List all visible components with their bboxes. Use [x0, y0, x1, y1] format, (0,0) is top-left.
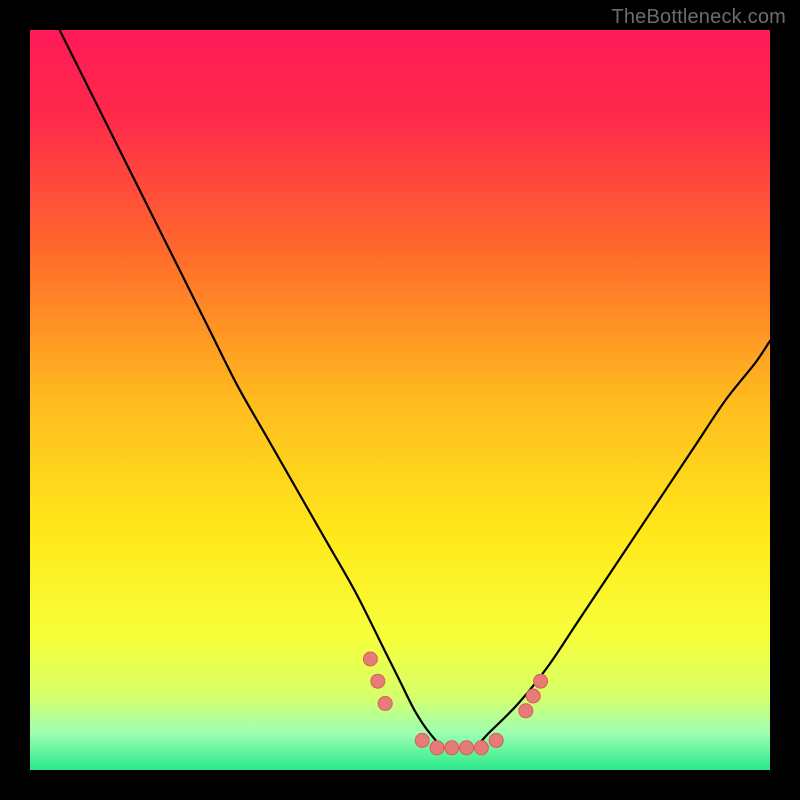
watermark-text: TheBottleneck.com	[611, 6, 786, 29]
curve-marker	[445, 741, 459, 755]
marker-group	[363, 652, 547, 755]
curve-layer	[30, 30, 770, 770]
chart-frame: TheBottleneck.com	[0, 0, 800, 800]
curve-marker	[519, 704, 533, 718]
curve-marker	[474, 741, 488, 755]
bottleneck-curve	[60, 30, 770, 749]
curve-marker	[371, 674, 385, 688]
curve-marker	[534, 674, 548, 688]
curve-marker	[363, 652, 377, 666]
curve-marker	[526, 689, 540, 703]
curve-marker	[460, 741, 474, 755]
curve-marker	[378, 696, 392, 710]
curve-marker	[430, 741, 444, 755]
curve-marker	[489, 733, 503, 747]
curve-marker	[415, 733, 429, 747]
plot-area	[30, 30, 770, 770]
